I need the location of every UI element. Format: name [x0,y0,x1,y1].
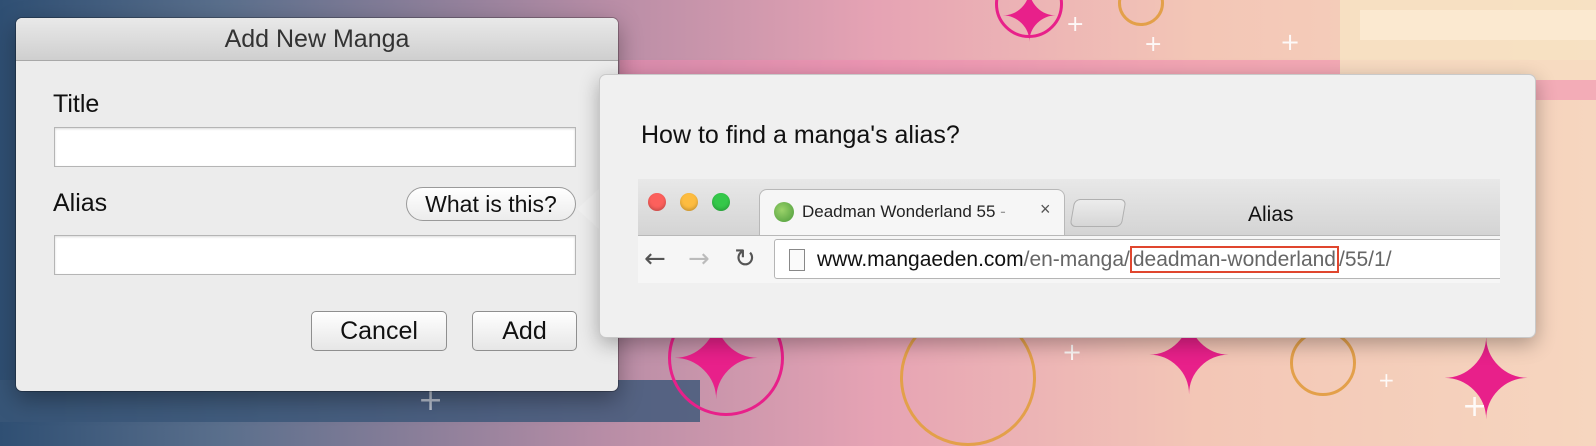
popover-heading: How to find a manga's alias? [641,121,960,149]
alias-label: Alias [53,189,108,217]
browser-tabstrip: Deadman Wonderland 55 - × Alias [638,179,1500,235]
zoom-window-icon [712,193,730,211]
sparkle-icon: + [1378,368,1395,392]
title-label: Title [53,90,100,118]
browser-toolbar: ← → ↻ www.mangaeden.com/en-manga/deadman… [638,235,1500,283]
alias-annotation: Alias [1248,203,1294,226]
close-window-icon [648,193,666,211]
sparkle-ring-icon [1118,0,1164,26]
url-text: www.mangaeden.com/en-manga/deadman-wonde… [817,246,1392,273]
forward-arrow-icon: → [688,244,710,274]
new-tab-icon [1069,199,1127,227]
title-input[interactable] [54,127,576,167]
url-domain: www.mangaeden.com [817,248,1024,271]
sparkle-icon: + [1280,28,1301,56]
back-arrow-icon: ← [644,244,666,274]
favicon-icon [774,202,794,222]
browser-illustration: Deadman Wonderland 55 - × Alias ← → ↻ ww… [638,179,1500,283]
url-path-suffix: /55/1/ [1338,248,1392,271]
tab-title: Deadman Wonderland 55 - [802,202,1006,222]
dialog-title: Add New Manga [16,18,618,61]
sparkle-icon: + [1462,389,1488,424]
sparkle-icon: + [1062,338,1083,366]
minimize-window-icon [680,193,698,211]
add-button[interactable]: Add [472,311,577,351]
cancel-button[interactable]: Cancel [311,311,447,351]
background-panel-inner [1360,10,1596,40]
tab-title-fade: - [995,202,1006,221]
add-manga-dialog: Add New Manga Title Alias What is this? … [16,18,618,391]
reload-icon: ↻ [734,244,756,274]
tab-title-text: Deadman Wonderland 55 [802,202,996,221]
url-alias-highlight: deadman-wonderland [1129,246,1339,273]
sparkle-icon: + [1144,32,1163,57]
sparkle-ring-icon [1290,330,1356,396]
tab-close-icon: × [1040,199,1051,219]
page-icon [789,249,805,271]
address-bar: www.mangaeden.com/en-manga/deadman-wonde… [774,239,1500,279]
alias-help-popover: How to find a manga's alias? Deadman Won… [599,74,1536,338]
alias-input[interactable] [54,235,576,275]
browser-tab: Deadman Wonderland 55 - × [759,189,1065,235]
sparkle-icon: + [1066,12,1085,37]
popover-arrow [577,187,601,231]
what-is-this-button[interactable]: What is this? [406,187,576,221]
url-path-prefix: /en-manga/ [1023,248,1130,271]
